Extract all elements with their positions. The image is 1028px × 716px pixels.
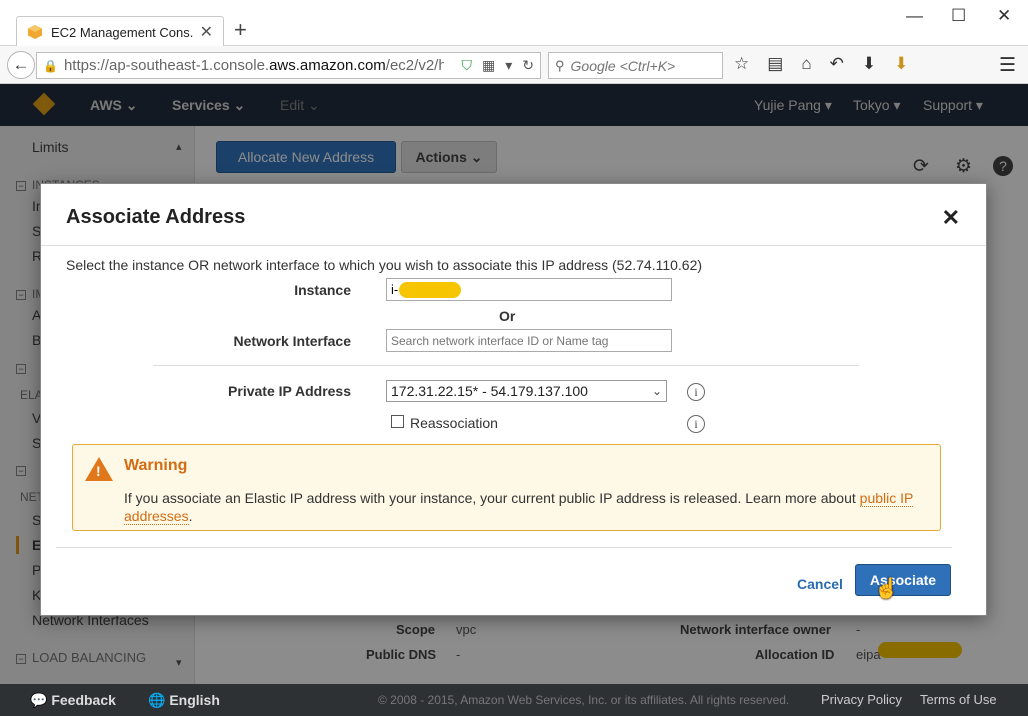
back-arrow-icon[interactable]: ← [7,51,35,79]
instance-label: Instance [294,282,351,298]
lock-icon: 🔒 [43,58,58,73]
home-icon[interactable]: ⌂ [801,54,811,74]
associate-button[interactable]: Associate [855,564,951,596]
hand-cursor-icon: ☝ [874,578,899,600]
dialog-header: Associate Address ✕ [41,184,986,246]
network-interface-input[interactable] [386,329,672,352]
tab-title: EC2 Management Cons... [51,24,194,40]
terms-of-use-link[interactable]: Terms of Use [920,692,997,707]
warning-icon: ! [85,457,113,481]
dropdown-icon[interactable]: ▾ [505,57,512,74]
bookmark-star-icon[interactable]: ☆ [734,54,749,74]
privacy-policy-link[interactable]: Privacy Policy [821,692,902,707]
url-text: https://ap-southeast-1.console.aws.amazo… [63,57,444,74]
addon-icon[interactable]: ⬇ [894,54,908,74]
reassociation-checkbox[interactable] [391,415,404,428]
hamburger-menu-icon[interactable]: ☰ [999,54,1016,77]
dialog-title: Associate Address [66,206,246,228]
redaction-mark [399,282,461,298]
download-icon[interactable]: ⬇ [862,54,876,74]
private-ip-label: Private IP Address [228,383,351,399]
aws-cube-icon [28,25,42,39]
dialog-footer-divider [56,547,952,548]
warning-box: ! Warning If you associate an Elastic IP… [72,444,941,531]
maximize-icon[interactable]: ☐ [951,6,966,26]
associate-address-dialog: Associate Address ✕ Select the instance … [40,183,987,616]
shield-icon[interactable]: ⛉ [462,57,473,74]
or-separator: Or [499,308,516,324]
network-interface-label: Network Interface [233,333,351,349]
address-bar[interactable]: 🔒 https://ap-southeast-1.console.aws.ama… [36,52,541,79]
warning-title: Warning [124,457,188,474]
private-ip-select[interactable]: 172.31.22.15* - 54.179.137.100 ⌄ [386,380,667,402]
browser-nav-bar: ← 🔒 https://ap-southeast-1.console.aws.a… [0,46,1028,84]
minimize-icon[interactable]: — [906,6,923,26]
feedback-link[interactable]: 💬 Feedback [30,692,116,709]
search-input[interactable] [570,57,716,74]
language-selector[interactable]: 🌐 English [148,692,220,709]
copyright-text: © 2008 - 2015, Amazon Web Services, Inc.… [378,693,790,707]
close-icon[interactable]: ✕ [942,205,960,231]
reading-list-icon[interactable]: ▤ [767,54,783,74]
window-close-icon[interactable]: ✕ [997,6,1011,26]
qr-icon[interactable]: ▦ [482,57,495,74]
info-icon[interactable]: i [687,415,705,433]
reassociation-label[interactable]: Reassociation [410,415,498,431]
console-footer: 💬 Feedback 🌐 English © 2008 - 2015, Amaz… [0,684,1028,716]
chevron-down-icon: ⌄ [651,384,662,398]
tab-close-icon[interactable]: ✕ [200,22,213,42]
dialog-intro-text: Select the instance OR network interface… [66,257,703,273]
info-icon[interactable]: i [687,383,705,401]
reload-icon[interactable]: ↻ [522,57,534,74]
warning-text: If you associate an Elastic IP address w… [124,490,914,525]
new-tab-icon[interactable]: + [234,19,247,41]
search-bar[interactable]: ⚲ [548,52,723,79]
history-icon[interactable]: ↶ [830,54,844,74]
search-icon: ⚲ [555,57,565,73]
browser-tab-bar: EC2 Management Cons... ✕ + — ☐ ✕ [0,0,1028,47]
cancel-button[interactable]: Cancel [797,576,843,592]
form-divider [153,365,859,366]
browser-tab[interactable]: EC2 Management Cons... ✕ [16,16,224,47]
